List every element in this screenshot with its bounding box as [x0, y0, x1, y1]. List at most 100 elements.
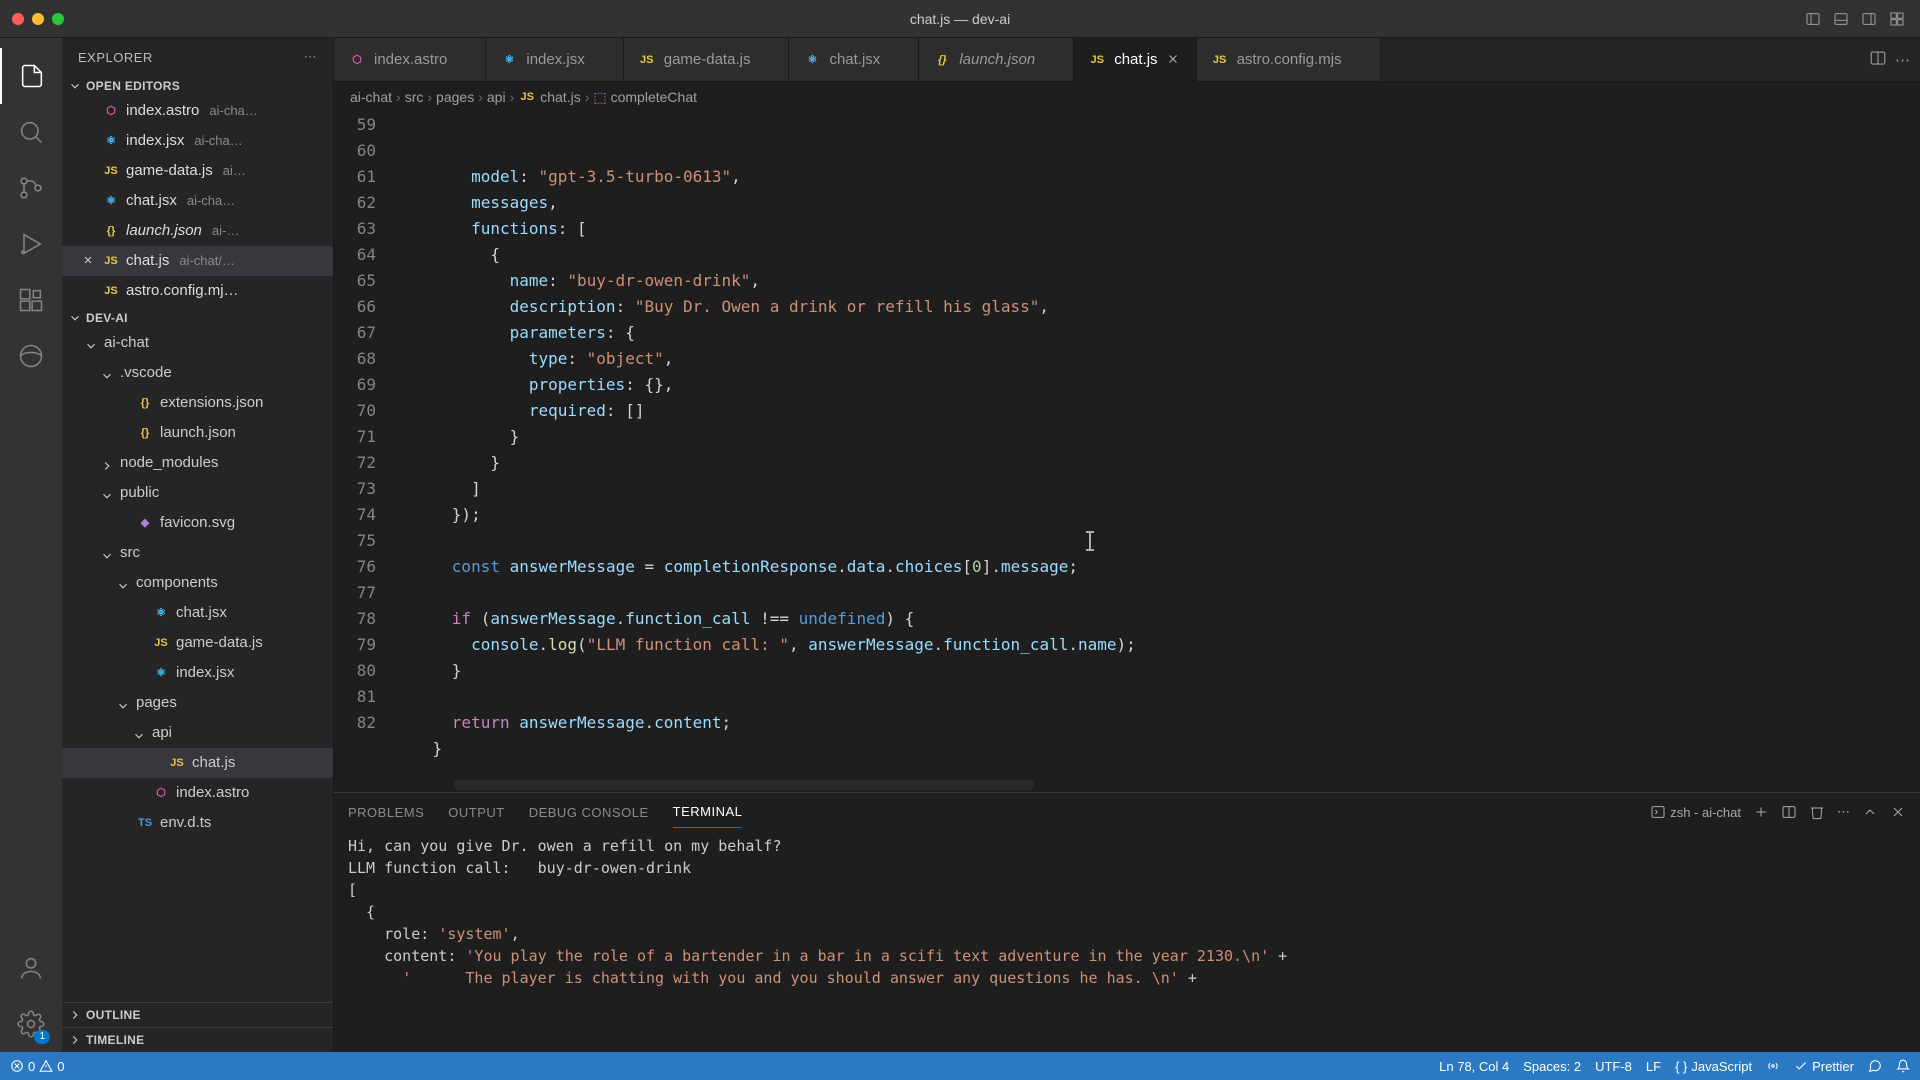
code-line[interactable]: const answerMessage = completionResponse… — [394, 554, 1920, 580]
source-control-icon[interactable] — [0, 160, 62, 216]
breadcrumb-item[interactable]: JSchat.js — [518, 88, 580, 106]
panel-tab[interactable]: TERMINAL — [673, 796, 743, 828]
more-actions-icon[interactable]: ⋯ — [1895, 51, 1910, 69]
code-line[interactable]: if (answerMessage.function_call !== unde… — [394, 606, 1920, 632]
panel-tab[interactable]: OUTPUT — [448, 797, 504, 828]
open-editor-item[interactable]: ×JSgame-data.jsai… — [62, 156, 333, 186]
open-editor-item[interactable]: ×JSastro.config.mj… — [62, 276, 333, 306]
tree-file[interactable]: ◆favicon.svg — [62, 508, 333, 538]
status-cursor-position[interactable]: Ln 78, Col 4 — [1439, 1059, 1509, 1074]
editor-tab[interactable]: JSastro.config.mjs — [1197, 38, 1381, 81]
terminal-output[interactable]: Hi, can you give Dr. owen a refill on my… — [334, 831, 1920, 1052]
section-project[interactable]: DEV-AI — [62, 308, 333, 328]
panel-more-icon[interactable]: ⋯ — [1837, 804, 1850, 820]
code-line[interactable]: required: [] — [394, 398, 1920, 424]
explorer-icon[interactable] — [0, 48, 62, 104]
status-radio-tower-icon[interactable] — [1766, 1059, 1780, 1073]
customize-layout-icon[interactable] — [1886, 8, 1908, 30]
status-language[interactable]: { } JavaScript — [1675, 1059, 1752, 1074]
tree-folder[interactable]: .vscode — [62, 358, 333, 388]
status-indent[interactable]: Spaces: 2 — [1523, 1059, 1581, 1074]
code-line[interactable]: parameters: { — [394, 320, 1920, 346]
code-editor[interactable]: 5960616263646566676869707172737475767778… — [334, 112, 1920, 792]
code-line[interactable]: console.log("LLM function call: ", answe… — [394, 632, 1920, 658]
maximize-panel-icon[interactable] — [1862, 804, 1878, 820]
settings-gear-icon[interactable]: 1 — [0, 996, 62, 1052]
open-editor-item[interactable]: ×{}launch.jsonai-… — [62, 216, 333, 246]
tree-folder[interactable]: src — [62, 538, 333, 568]
editor-tab[interactable]: JSchat.js — [1074, 38, 1196, 81]
kill-terminal-icon[interactable] — [1809, 804, 1825, 820]
section-outline[interactable]: OUTLINE — [62, 1002, 333, 1027]
editor-tab[interactable]: ⚛index.jsx — [486, 38, 623, 81]
editor-tab[interactable]: {}launch.json — [919, 38, 1074, 81]
open-editor-item[interactable]: ×JSchat.jsai-chat/… — [62, 246, 333, 276]
close-window-button[interactable] — [12, 13, 24, 25]
split-terminal-icon[interactable] — [1781, 804, 1797, 820]
extensions-icon[interactable] — [0, 272, 62, 328]
status-notifications-icon[interactable] — [1896, 1059, 1910, 1073]
status-feedback-icon[interactable] — [1868, 1059, 1882, 1073]
tree-file[interactable]: {}extensions.json — [62, 388, 333, 418]
search-icon[interactable] — [0, 104, 62, 160]
code-line[interactable]: name: "buy-dr-owen-drink", — [394, 268, 1920, 294]
horizontal-scrollbar[interactable] — [454, 780, 1034, 790]
status-eol[interactable]: LF — [1646, 1059, 1661, 1074]
status-errors[interactable]: 0 0 — [10, 1059, 64, 1074]
code-line[interactable]: } — [394, 658, 1920, 684]
terminal-shell-selector[interactable]: zsh - ai-chat — [1650, 804, 1741, 820]
code-line[interactable]: }); — [394, 502, 1920, 528]
accounts-icon[interactable] — [0, 940, 62, 996]
status-prettier[interactable]: Prettier — [1794, 1059, 1854, 1074]
tree-file[interactable]: JSgame-data.js — [62, 628, 333, 658]
section-open-editors[interactable]: OPEN EDITORS — [62, 76, 333, 96]
close-tab-icon[interactable] — [1166, 52, 1182, 68]
code-line[interactable]: } — [394, 450, 1920, 476]
new-terminal-icon[interactable] — [1753, 804, 1769, 820]
code-line[interactable] — [394, 580, 1920, 606]
section-timeline[interactable]: TIMELINE — [62, 1027, 333, 1052]
tree-file[interactable]: ⬡index.astro — [62, 778, 333, 808]
open-editor-item[interactable]: ×⚛index.jsxai-cha… — [62, 126, 333, 156]
code-line[interactable]: } — [394, 736, 1920, 762]
code-line[interactable]: model: "gpt-3.5-turbo-0613", — [394, 164, 1920, 190]
tree-folder[interactable]: components — [62, 568, 333, 598]
breadcrumb-item[interactable]: pages — [436, 89, 474, 105]
code-line[interactable]: functions: [ — [394, 216, 1920, 242]
open-editor-item[interactable]: ×⚛chat.jsxai-cha… — [62, 186, 333, 216]
breadcrumbs[interactable]: ai-chat›src›pages›api›JSchat.js›⬚complet… — [334, 82, 1920, 112]
toggle-secondary-sidebar-icon[interactable] — [1858, 8, 1880, 30]
tree-file[interactable]: {}launch.json — [62, 418, 333, 448]
minimize-window-button[interactable] — [32, 13, 44, 25]
breadcrumb-item[interactable]: ⬚completeChat — [593, 89, 697, 106]
split-editor-icon[interactable] — [1869, 49, 1887, 71]
tree-folder[interactable]: api — [62, 718, 333, 748]
code-line[interactable]: ] — [394, 476, 1920, 502]
open-editor-item[interactable]: ×⬡index.astroai-cha… — [62, 96, 333, 126]
toggle-panel-icon[interactable] — [1830, 8, 1852, 30]
tree-file[interactable]: ⚛chat.jsx — [62, 598, 333, 628]
code-line[interactable]: type: "object", — [394, 346, 1920, 372]
close-panel-icon[interactable] — [1890, 804, 1906, 820]
status-encoding[interactable]: UTF-8 — [1595, 1059, 1632, 1074]
toggle-primary-sidebar-icon[interactable] — [1802, 8, 1824, 30]
editor-tab[interactable]: JSgame-data.js — [624, 38, 790, 81]
panel-tab[interactable]: PROBLEMS — [348, 797, 424, 828]
close-editor-icon[interactable]: × — [80, 248, 96, 274]
tree-folder[interactable]: ai-chat — [62, 328, 333, 358]
breadcrumb-item[interactable]: ai-chat — [350, 89, 392, 105]
code-line[interactable] — [394, 528, 1920, 554]
maximize-window-button[interactable] — [52, 13, 64, 25]
edge-tools-icon[interactable] — [0, 328, 62, 384]
code-line[interactable]: messages, — [394, 190, 1920, 216]
tree-folder[interactable]: public — [62, 478, 333, 508]
panel-tab[interactable]: DEBUG CONSOLE — [529, 797, 649, 828]
run-debug-icon[interactable] — [0, 216, 62, 272]
tree-file[interactable]: TSenv.d.ts — [62, 808, 333, 838]
breadcrumb-item[interactable]: api — [487, 89, 506, 105]
code-line[interactable] — [394, 684, 1920, 710]
tree-folder[interactable]: node_modules — [62, 448, 333, 478]
tree-folder[interactable]: pages — [62, 688, 333, 718]
explorer-more-icon[interactable]: ⋯ — [304, 49, 318, 65]
editor-tab[interactable]: ⬡index.astro — [334, 38, 486, 81]
